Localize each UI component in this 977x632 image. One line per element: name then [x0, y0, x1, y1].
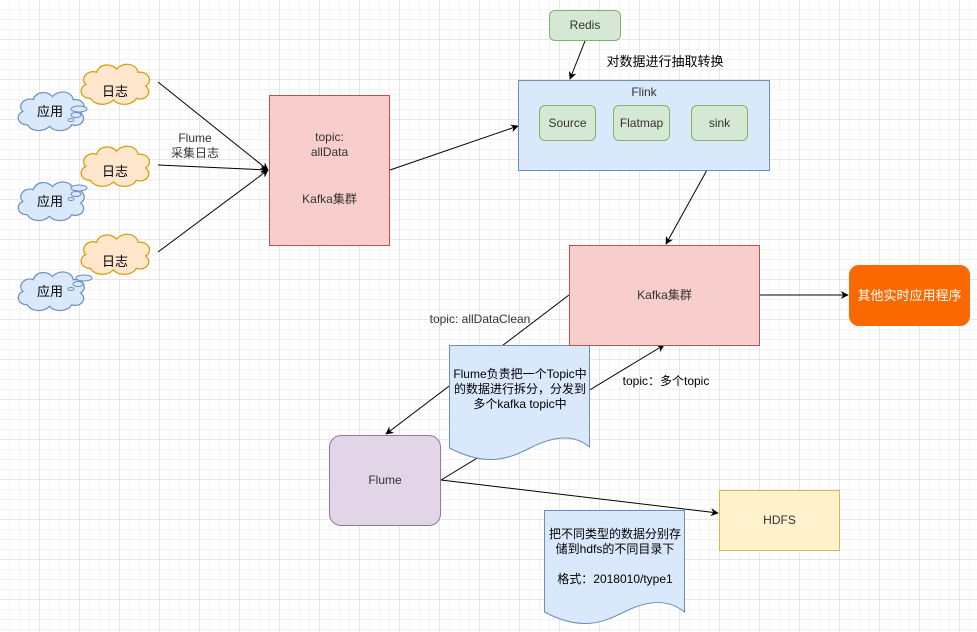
- redis-node[interactable]: Redis: [549, 10, 621, 41]
- edge-log2-kafka: [157, 164, 269, 174]
- app-label-1: 应用: [36, 104, 63, 119]
- edge-flume-hdfs: [440, 479, 719, 517]
- kafka-alldata-node[interactable]: topic: allData Kafka集群: [269, 95, 390, 246]
- other-realtime-apps-node[interactable]: 其他实时应用程序: [849, 265, 970, 326]
- app-label-3: 应用: [36, 284, 63, 299]
- edge-flink-kafka2: [665, 169, 708, 245]
- log-label-2: 日志: [101, 164, 128, 179]
- flink-step-source[interactable]: Source: [539, 105, 596, 141]
- edge-redis-flink: [568, 40, 586, 80]
- edge-kafka-flink: [389, 124, 519, 171]
- app-label-2: 应用: [36, 194, 63, 209]
- topic-multi-label: topic：多个topic: [622, 374, 710, 388]
- kafka-alldata-label: Kafka集群: [302, 192, 357, 206]
- hdfs-node[interactable]: HDFS: [719, 490, 840, 551]
- flume-node[interactable]: Flume: [329, 435, 441, 526]
- flink-step-flatmap[interactable]: Flatmap: [613, 105, 670, 141]
- flink-step-sink[interactable]: sink: [691, 105, 748, 141]
- flink-note: 对数据进行抽取转换: [606, 54, 724, 69]
- flume-collect-label: Flume 采集日志: [170, 131, 219, 160]
- hdfs-note: 把不同类型的数据分别存 储到hdfs的不同目录下 格式：2018010/type…: [548, 527, 681, 586]
- flink-title: Flink: [631, 85, 657, 99]
- edge-log3-kafka: [157, 169, 269, 253]
- log-label-3: 日志: [101, 254, 128, 269]
- flume-split-note: Flume负责把一个Topic中 的数据进行拆分，分发到 多个kafka top…: [453, 367, 587, 411]
- kafka-clean-node[interactable]: Kafka集群: [569, 245, 760, 346]
- kafka-alldata-topic: topic: allData: [310, 130, 349, 159]
- topic-clean-label: topic: allDataClean: [429, 312, 531, 326]
- log-label-1: 日志: [101, 84, 128, 99]
